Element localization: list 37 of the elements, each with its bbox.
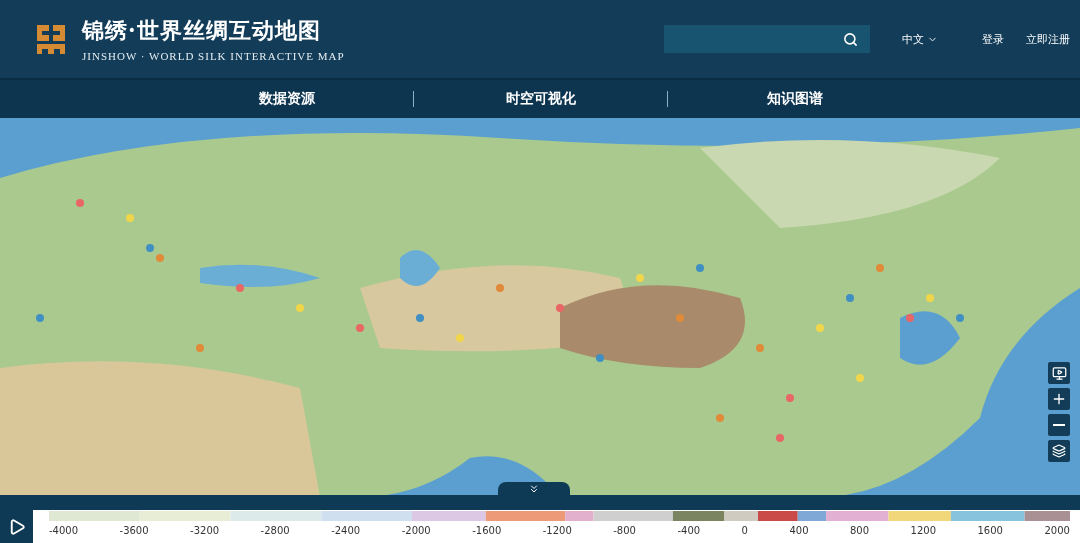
timeline-tick-label: 800 (850, 525, 870, 536)
search-field[interactable] (664, 25, 870, 53)
collapse-toggle[interactable] (498, 482, 570, 495)
timeline-tick-label: -2000 (401, 525, 431, 536)
site-subtitle: JINSHOW · WORLD SILK INTERACTIVE MAP (82, 50, 345, 62)
layers-icon (1052, 444, 1066, 458)
search-icon[interactable] (843, 31, 858, 47)
timeline-tick-label: -1200 (542, 525, 572, 536)
zoom-in-button[interactable] (1048, 388, 1070, 410)
monitor-play-icon (1051, 365, 1067, 381)
nav-tab[interactable]: 数据资源 (160, 90, 413, 108)
video-button[interactable] (1048, 362, 1070, 384)
timeline-tick-label: 2000 (1044, 525, 1070, 536)
nav-tab[interactable]: 时空可视化 (414, 90, 667, 108)
timeline-tick-label: 1200 (910, 525, 936, 536)
site-title: 锦绣·世界丝绸互动地图 (82, 16, 322, 45)
nav-tab[interactable]: 知识图谱 (668, 90, 921, 108)
login-link[interactable]: 登录 (982, 31, 1004, 47)
plus-icon (1051, 391, 1067, 407)
timeline-tick-label: -1600 (472, 525, 502, 536)
language-selector[interactable]: 中文 (902, 31, 938, 47)
timeline-tick-label: 1600 (977, 525, 1003, 536)
timeline-tick-label: -3600 (119, 525, 149, 536)
timeline-tick-label: 400 (789, 525, 809, 536)
timeline-tick-label: 0 (741, 525, 748, 536)
timeline-tick-label: -400 (677, 525, 701, 536)
layers-button[interactable] (1048, 440, 1070, 462)
timeline-tick-label: -3200 (190, 525, 220, 536)
timeline-tick-label: -2800 (260, 525, 290, 536)
double-chevron-icon (528, 482, 540, 495)
timeline-tick-label: -2400 (331, 525, 361, 536)
logo-icon (34, 22, 68, 56)
minus-icon (1053, 424, 1065, 426)
register-link[interactable]: 立即注册 (1026, 31, 1070, 47)
timeline-tick-label: -800 (613, 525, 636, 536)
zoom-out-button[interactable] (1048, 414, 1070, 436)
timeline-tick-label: -4000 (49, 525, 79, 536)
